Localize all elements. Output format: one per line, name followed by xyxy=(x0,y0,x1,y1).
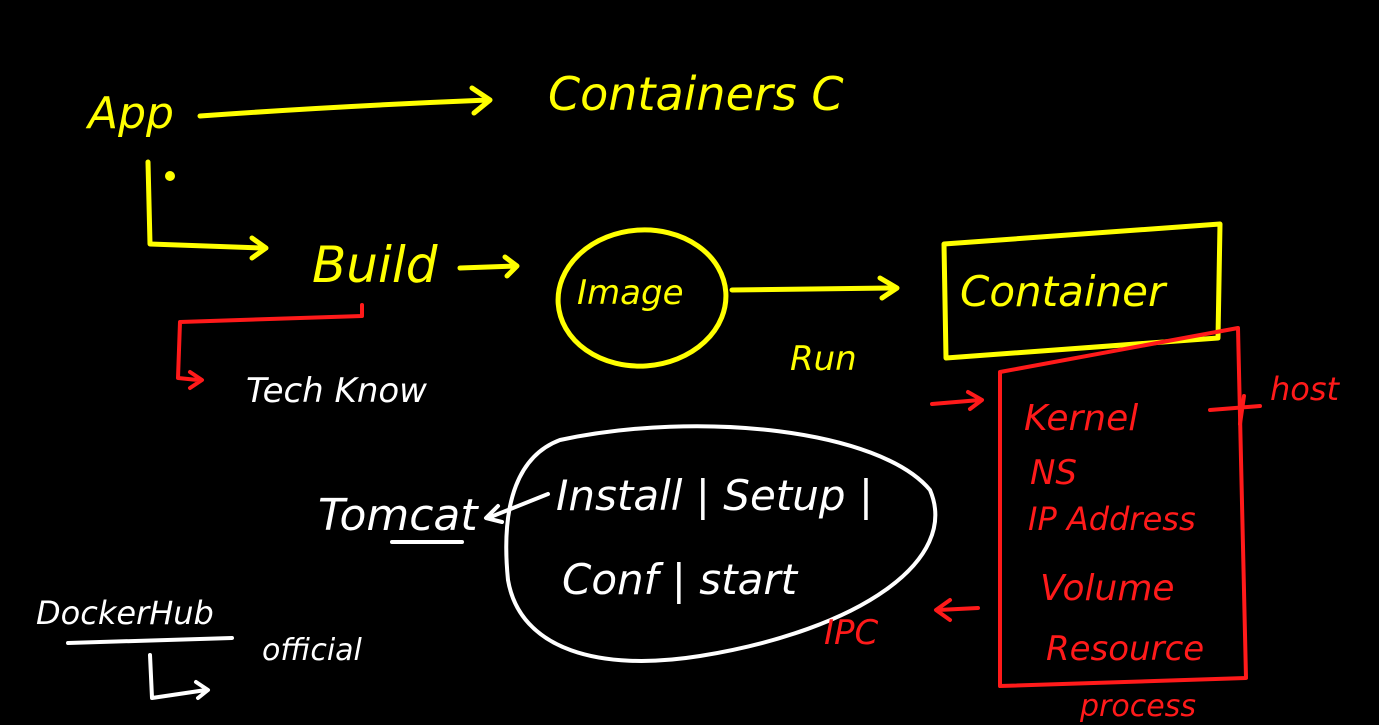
label-tomcat: Tomcat xyxy=(318,490,479,541)
label-containers-top: Containers C xyxy=(548,67,844,121)
arrow-blob-to-tomcat xyxy=(484,492,550,524)
label-run: Run xyxy=(790,339,857,379)
label-tech-know: Tech Know xyxy=(246,371,427,411)
arrow-image-to-container xyxy=(729,275,900,301)
label-image: Image xyxy=(577,273,683,313)
label-ip-address: IP Address xyxy=(1028,500,1196,538)
label-ipc: IPC xyxy=(824,613,879,653)
line-kernel-to-host xyxy=(1208,394,1262,426)
arrow-to-ipc xyxy=(934,598,980,622)
label-official: official xyxy=(262,633,363,668)
label-ns: NS xyxy=(1030,453,1077,493)
label-app: App xyxy=(85,88,174,139)
arrow-into-kernel-box xyxy=(930,390,984,411)
label-host: host xyxy=(1270,370,1341,408)
dot-mark xyxy=(165,171,175,181)
whiteboard-canvas: App Containers C Build Image Container R… xyxy=(0,0,1379,725)
arrow-app-to-containers xyxy=(197,85,493,119)
label-conf-start: Conf | start xyxy=(562,555,799,604)
arrow-build-to-image xyxy=(457,254,520,279)
label-kernel: Kernel xyxy=(1024,398,1138,439)
label-process: process xyxy=(1079,689,1196,724)
label-build: Build xyxy=(312,236,438,294)
diagram-svg: App Containers C Build Image Container R… xyxy=(36,67,1341,724)
label-dockerhub: DockerHub xyxy=(36,594,214,632)
label-container: Container xyxy=(960,267,1168,316)
label-volume: Volume xyxy=(1040,568,1175,609)
label-resource: Resource xyxy=(1046,629,1204,669)
dockerhub-underline xyxy=(66,636,234,645)
arrow-dockerhub-to-official xyxy=(148,653,210,700)
label-install-setup: Install | Setup | xyxy=(556,471,873,520)
